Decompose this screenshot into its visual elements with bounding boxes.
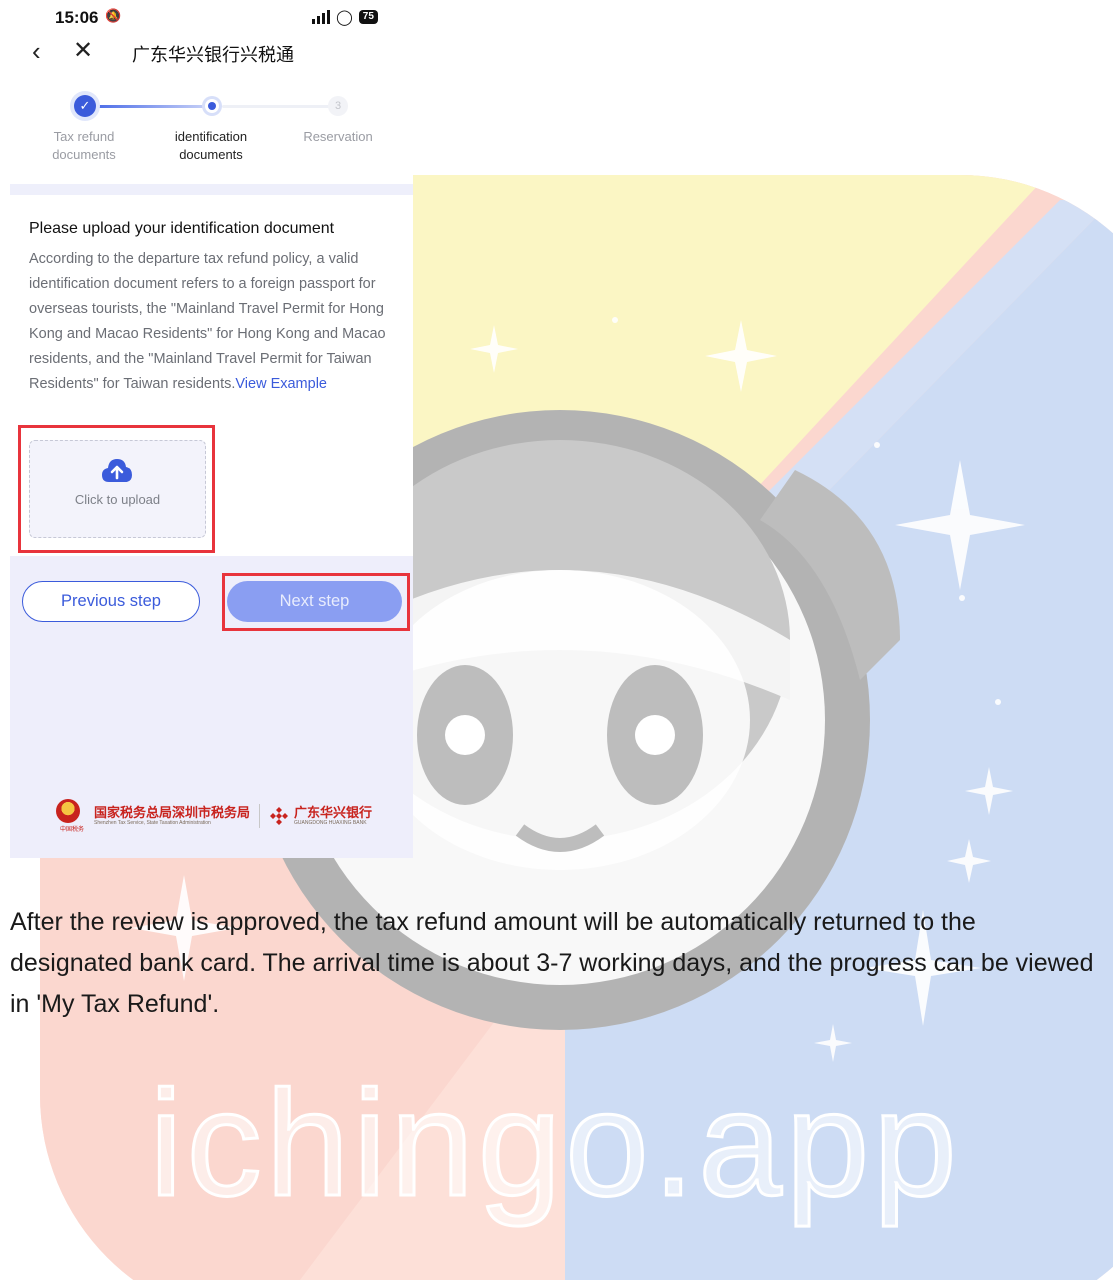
step-current-dot	[205, 99, 219, 113]
step-label-reservation: Reservation	[303, 129, 373, 144]
highlight-box-upload	[18, 425, 215, 553]
upload-description: According to the departure tax refund po…	[29, 247, 401, 397]
footer-logos: 中国税务 国家税务总局深圳市税务局 Shenzhen Tax Service, …	[56, 796, 376, 836]
upload-instructions: Please upload your identification docume…	[29, 218, 401, 397]
chevron-left-icon[interactable]: ‹	[32, 38, 41, 64]
bank-name-en: GUANGDONG HUAXING BANK	[294, 820, 367, 826]
bank-name: 广东华兴银行	[294, 805, 373, 820]
step-done-check-icon: ✓	[74, 95, 96, 117]
tax-bureau-name: 国家税务总局深圳市税务局	[94, 805, 251, 820]
view-example-link[interactable]: View Example	[235, 376, 327, 392]
bank-logo-icon	[270, 807, 289, 825]
step-3-number: 3	[328, 96, 348, 116]
close-icon[interactable]: ✕	[73, 38, 93, 64]
step-indicator: ✓ 3 Tax refund documents identification …	[10, 92, 413, 172]
caption-text: After the review is approved, the tax re…	[10, 908, 1094, 1018]
phone-screenshot: 15:06 🔕 ◯ 75 ‹ ✕ 广东华兴银行兴税通 ✓ 3 Tax refun…	[10, 0, 413, 858]
step-label-tax-refund: Tax refund documents	[52, 129, 116, 162]
previous-step-button[interactable]: Previous step	[22, 581, 200, 622]
wifi-icon: ◯	[336, 9, 353, 26]
nav-bar: ‹ ✕ 广东华兴银行兴税通	[10, 36, 413, 68]
section-divider	[10, 184, 413, 195]
description-text: According to the departure tax refund po…	[29, 251, 386, 392]
status-time: 15:06	[55, 8, 99, 27]
step-line-pending	[222, 105, 334, 108]
tax-bureau-name-en: Shenzhen Tax Service, State Taxation Adm…	[94, 820, 211, 826]
mute-bell-icon: 🔕	[105, 8, 122, 23]
footer-separator	[259, 804, 261, 828]
tax-emblem-icon	[56, 799, 80, 823]
watermark-text: ichingo.app	[149, 1059, 960, 1227]
upload-heading: Please upload your identification docume…	[29, 220, 335, 237]
status-bar: 15:06 🔕 ◯ 75	[10, 6, 413, 30]
signal-icon	[312, 10, 330, 24]
step-label-identification: identification documents	[174, 129, 248, 162]
highlight-box-next	[222, 573, 410, 631]
page-title: 广东华兴银行兴税通	[132, 45, 294, 65]
step-line-done	[98, 105, 210, 108]
emblem-script: 中国税务	[59, 827, 84, 833]
battery-icon: 75	[358, 10, 378, 24]
